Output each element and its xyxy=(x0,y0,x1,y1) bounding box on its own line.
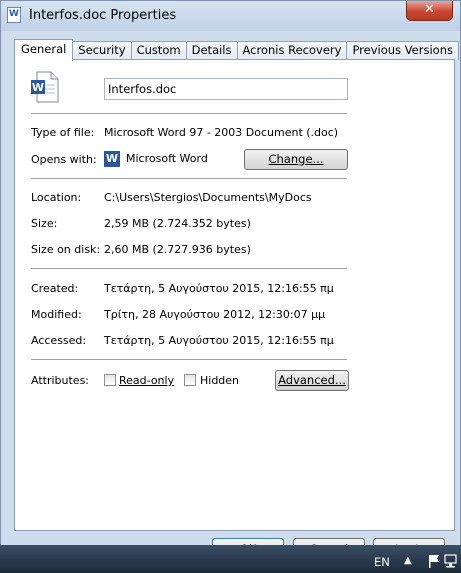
created-label: Created: xyxy=(31,282,79,295)
type-label: Type of file: xyxy=(31,126,95,139)
readonly-checkbox[interactable] xyxy=(104,374,116,386)
hidden-label[interactable]: Hidden xyxy=(200,374,239,387)
size-on-disk-value: 2,60 MB (2.727.936 bytes) xyxy=(104,243,251,256)
tab-acronis-recovery[interactable]: Acronis Recovery xyxy=(236,41,348,60)
created-value: Τετάρτη, 5 Αυγούστου 2015, 12:16:55 πμ xyxy=(104,282,334,295)
tab-security[interactable]: Security xyxy=(72,41,132,60)
size-value: 2,59 MB (2.724.352 bytes) xyxy=(104,217,251,230)
general-panel: W Interfos.doc Type of file: Microsoft W… xyxy=(14,59,455,531)
close-button[interactable]: ✕ xyxy=(406,1,453,21)
hidden-checkbox[interactable] xyxy=(184,374,196,386)
divider xyxy=(31,359,347,360)
divider xyxy=(31,113,347,114)
readonly-label[interactable]: Read-only xyxy=(119,374,174,387)
size-label: Size: xyxy=(31,217,58,230)
modified-label: Modified: xyxy=(31,308,82,321)
properties-window: Interfos.doc Properties ✕ General Securi… xyxy=(0,0,461,573)
word-document-icon xyxy=(7,7,21,23)
divider xyxy=(31,268,347,269)
change-button-label: Change... xyxy=(268,152,324,166)
svg-text:W: W xyxy=(32,81,44,94)
accessed-label: Accessed: xyxy=(31,334,87,347)
language-indicator[interactable]: EN xyxy=(374,555,390,569)
location-label: Location: xyxy=(31,191,82,204)
location-value: C:\Users\Stergios\Documents\MyDocs xyxy=(104,191,312,204)
title-bar[interactable]: Interfos.doc Properties ✕ xyxy=(1,1,460,31)
tab-previous-versions[interactable]: Previous Versions xyxy=(346,41,459,60)
change-button[interactable]: Change... xyxy=(244,149,348,170)
advanced-button[interactable]: Advanced... xyxy=(275,370,349,391)
tab-details[interactable]: Details xyxy=(185,41,238,60)
word-document-icon: W xyxy=(31,71,59,103)
divider xyxy=(31,178,347,179)
modified-value: Τρίτη, 28 Αυγούστου 2012, 12:30:07 μμ xyxy=(104,308,326,321)
word-app-icon: W xyxy=(104,151,120,167)
filename-field[interactable]: Interfos.doc xyxy=(104,78,348,100)
tab-general[interactable]: General xyxy=(14,39,74,61)
taskbar: EN ▲ xyxy=(0,545,461,573)
accessed-value: Τετάρτη, 5 Αυγούστου 2015, 12:16:55 πμ xyxy=(104,334,334,347)
show-hidden-icons-icon[interactable]: ▲ xyxy=(404,555,412,566)
size-on-disk-label: Size on disk: xyxy=(31,243,101,256)
advanced-button-label: Advanced... xyxy=(278,373,346,387)
action-center-flag-icon[interactable] xyxy=(426,553,442,569)
window-title: Interfos.doc Properties xyxy=(29,8,177,23)
opens-with-label: Opens with: xyxy=(31,153,97,166)
opens-with-value: Microsoft Word xyxy=(126,152,208,165)
attributes-label: Attributes: xyxy=(31,374,90,387)
type-value: Microsoft Word 97 - 2003 Document (.doc) xyxy=(104,126,339,139)
network-icon[interactable] xyxy=(444,553,458,569)
tab-custom[interactable]: Custom xyxy=(130,41,187,60)
tab-strip: General Security Custom Details Acronis … xyxy=(14,39,459,61)
